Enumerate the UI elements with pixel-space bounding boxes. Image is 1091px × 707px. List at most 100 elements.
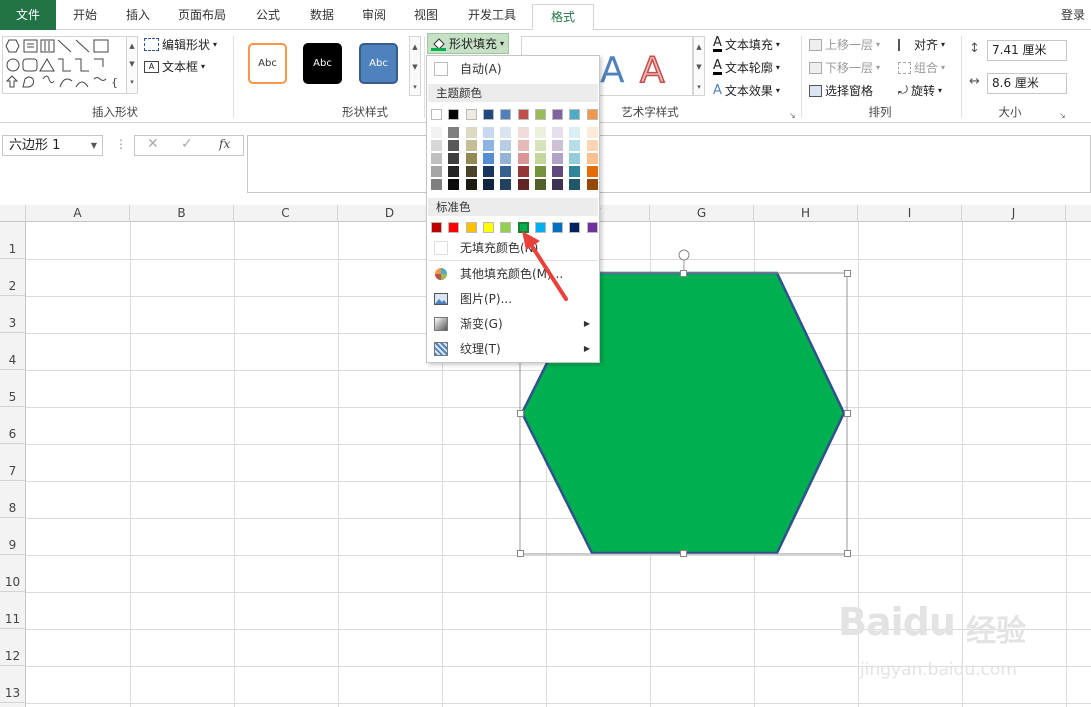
theme-shade-swatch[interactable] <box>431 179 442 190</box>
row-header[interactable]: 8 <box>0 481 26 518</box>
resize-handle[interactable] <box>680 270 687 277</box>
login-link[interactable]: 登录 <box>1055 0 1091 30</box>
tab-view[interactable]: 视图 <box>400 0 452 30</box>
shape-gallery-scroll[interactable]: ▲ ▼ ▾ <box>126 36 138 94</box>
theme-shade-swatch[interactable] <box>517 140 529 151</box>
bring-forward-button[interactable]: 上移一层 ▾ <box>809 36 880 53</box>
theme-color-swatch[interactable] <box>431 109 442 120</box>
theme-shade-swatch[interactable] <box>569 153 581 164</box>
shape-style-orange-outline[interactable]: Abc <box>248 43 287 84</box>
theme-color-swatch[interactable] <box>465 109 477 120</box>
tab-developer[interactable]: 开发工具 <box>452 0 532 30</box>
formula-input[interactable] <box>247 135 1091 193</box>
row-header[interactable]: 12 <box>0 629 26 666</box>
column-header[interactable]: A <box>26 205 130 222</box>
tab-file[interactable]: 文件 <box>0 0 56 30</box>
theme-shade-swatch[interactable] <box>500 179 512 190</box>
rotate-button[interactable]: ⤾ 旋转 ▾ <box>898 82 942 99</box>
column-header[interactable]: B <box>130 205 234 222</box>
resize-handle[interactable] <box>517 410 524 417</box>
send-backward-button[interactable]: 下移一层 ▾ <box>809 59 880 76</box>
theme-shade-swatch[interactable] <box>517 153 529 164</box>
column-header[interactable]: H <box>754 205 858 222</box>
tab-format[interactable]: 格式 <box>532 4 594 31</box>
wordart-gallery-scroll[interactable]: ▲ ▼ ▾ <box>693 36 705 96</box>
theme-shade-swatch[interactable] <box>552 166 564 177</box>
theme-shade-swatch[interactable] <box>534 153 546 164</box>
theme-shade-swatch[interactable] <box>465 153 477 164</box>
theme-shade-swatch[interactable] <box>448 179 460 190</box>
row-header[interactable]: 4 <box>0 333 26 370</box>
theme-shade-swatch[interactable] <box>431 153 442 164</box>
theme-shade-swatch[interactable] <box>586 179 598 190</box>
shape-height-input[interactable]: 7.41 厘米 <box>987 40 1067 61</box>
column-header[interactable]: G <box>650 205 754 222</box>
theme-shade-swatch[interactable] <box>465 140 477 151</box>
row-header[interactable]: 11 <box>0 592 26 629</box>
theme-shade-swatch[interactable] <box>465 179 477 190</box>
theme-shade-swatch[interactable] <box>517 127 529 138</box>
resize-handle[interactable] <box>844 270 851 277</box>
gradient-fill-option[interactable]: 渐变(G) ▶ <box>428 313 598 335</box>
column-header[interactable]: J <box>962 205 1066 222</box>
theme-shade-swatch[interactable] <box>534 179 546 190</box>
wordart-dialog-launcher-icon[interactable]: ↘ <box>789 111 796 120</box>
select-all-corner[interactable] <box>0 205 26 222</box>
texture-fill-option[interactable]: 纹理(T) ▶ <box>428 338 598 360</box>
theme-shade-swatch[interactable] <box>552 153 564 164</box>
text-effects-button[interactable]: A 文本效果 ▾ <box>713 82 780 99</box>
insert-function-icon[interactable]: fx <box>219 137 230 151</box>
theme-shade-swatch[interactable] <box>482 127 494 138</box>
theme-shade-swatch[interactable] <box>431 127 442 138</box>
row-header[interactable]: 1 <box>0 222 26 259</box>
resize-handle[interactable] <box>844 550 851 557</box>
row-header[interactable]: 6 <box>0 407 26 444</box>
standard-color-swatch[interactable] <box>586 222 598 233</box>
theme-shade-swatch[interactable] <box>431 140 442 151</box>
theme-color-swatch[interactable] <box>586 109 598 120</box>
row-header[interactable]: 5 <box>0 370 26 407</box>
group-button[interactable]: 组合 ▾ <box>898 59 945 76</box>
row-header[interactable]: 7 <box>0 444 26 481</box>
theme-shade-swatch[interactable] <box>552 179 564 190</box>
theme-color-swatch[interactable] <box>517 109 529 120</box>
theme-shade-swatch[interactable] <box>552 127 564 138</box>
shape-style-blue-fill[interactable]: Abc <box>359 43 398 84</box>
resize-handle[interactable] <box>680 550 687 557</box>
theme-shade-swatch[interactable] <box>552 140 564 151</box>
shape-style-gallery-scroll[interactable]: ▲ ▼ ▾ <box>409 36 421 96</box>
theme-shade-swatch[interactable] <box>586 140 598 151</box>
row-header[interactable]: 2 <box>0 259 26 296</box>
standard-color-swatch[interactable] <box>431 222 442 233</box>
tab-formulas[interactable]: 公式 <box>240 0 296 30</box>
theme-shade-swatch[interactable] <box>569 166 581 177</box>
theme-shade-swatch[interactable] <box>448 140 460 151</box>
theme-shade-swatch[interactable] <box>465 166 477 177</box>
align-button[interactable]: 对齐 ▾ <box>898 36 945 53</box>
standard-color-swatch[interactable] <box>500 222 512 233</box>
auto-fill-option[interactable]: 自动(A) <box>428 58 598 80</box>
theme-shade-swatch[interactable] <box>569 140 581 151</box>
shape-width-input[interactable]: 8.6 厘米 <box>987 73 1067 94</box>
theme-shade-swatch[interactable] <box>586 166 598 177</box>
theme-shade-swatch[interactable] <box>482 140 494 151</box>
standard-color-swatch[interactable] <box>465 222 477 233</box>
theme-shade-swatch[interactable] <box>517 166 529 177</box>
row-header[interactable]: 13 <box>0 666 26 703</box>
row-header[interactable]: 3 <box>0 296 26 333</box>
text-fill-button[interactable]: A 文本填充 ▾ <box>713 36 780 53</box>
theme-shade-swatch[interactable] <box>569 179 581 190</box>
enter-icon[interactable]: ✓ <box>181 136 193 152</box>
theme-shade-swatch[interactable] <box>448 166 460 177</box>
row-header[interactable]: 9 <box>0 518 26 555</box>
selection-pane-button[interactable]: 选择窗格 <box>809 82 873 99</box>
theme-shade-swatch[interactable] <box>534 127 546 138</box>
standard-color-swatch[interactable] <box>482 222 494 233</box>
theme-shade-swatch[interactable] <box>465 127 477 138</box>
theme-shade-swatch[interactable] <box>500 140 512 151</box>
theme-shade-swatch[interactable] <box>500 127 512 138</box>
text-outline-button[interactable]: A 文本轮廓 ▾ <box>713 59 780 76</box>
name-box[interactable]: 六边形 1 ▼ <box>2 135 103 156</box>
resize-handle[interactable] <box>517 550 524 557</box>
shape-gallery[interactable]: { <box>2 36 134 94</box>
